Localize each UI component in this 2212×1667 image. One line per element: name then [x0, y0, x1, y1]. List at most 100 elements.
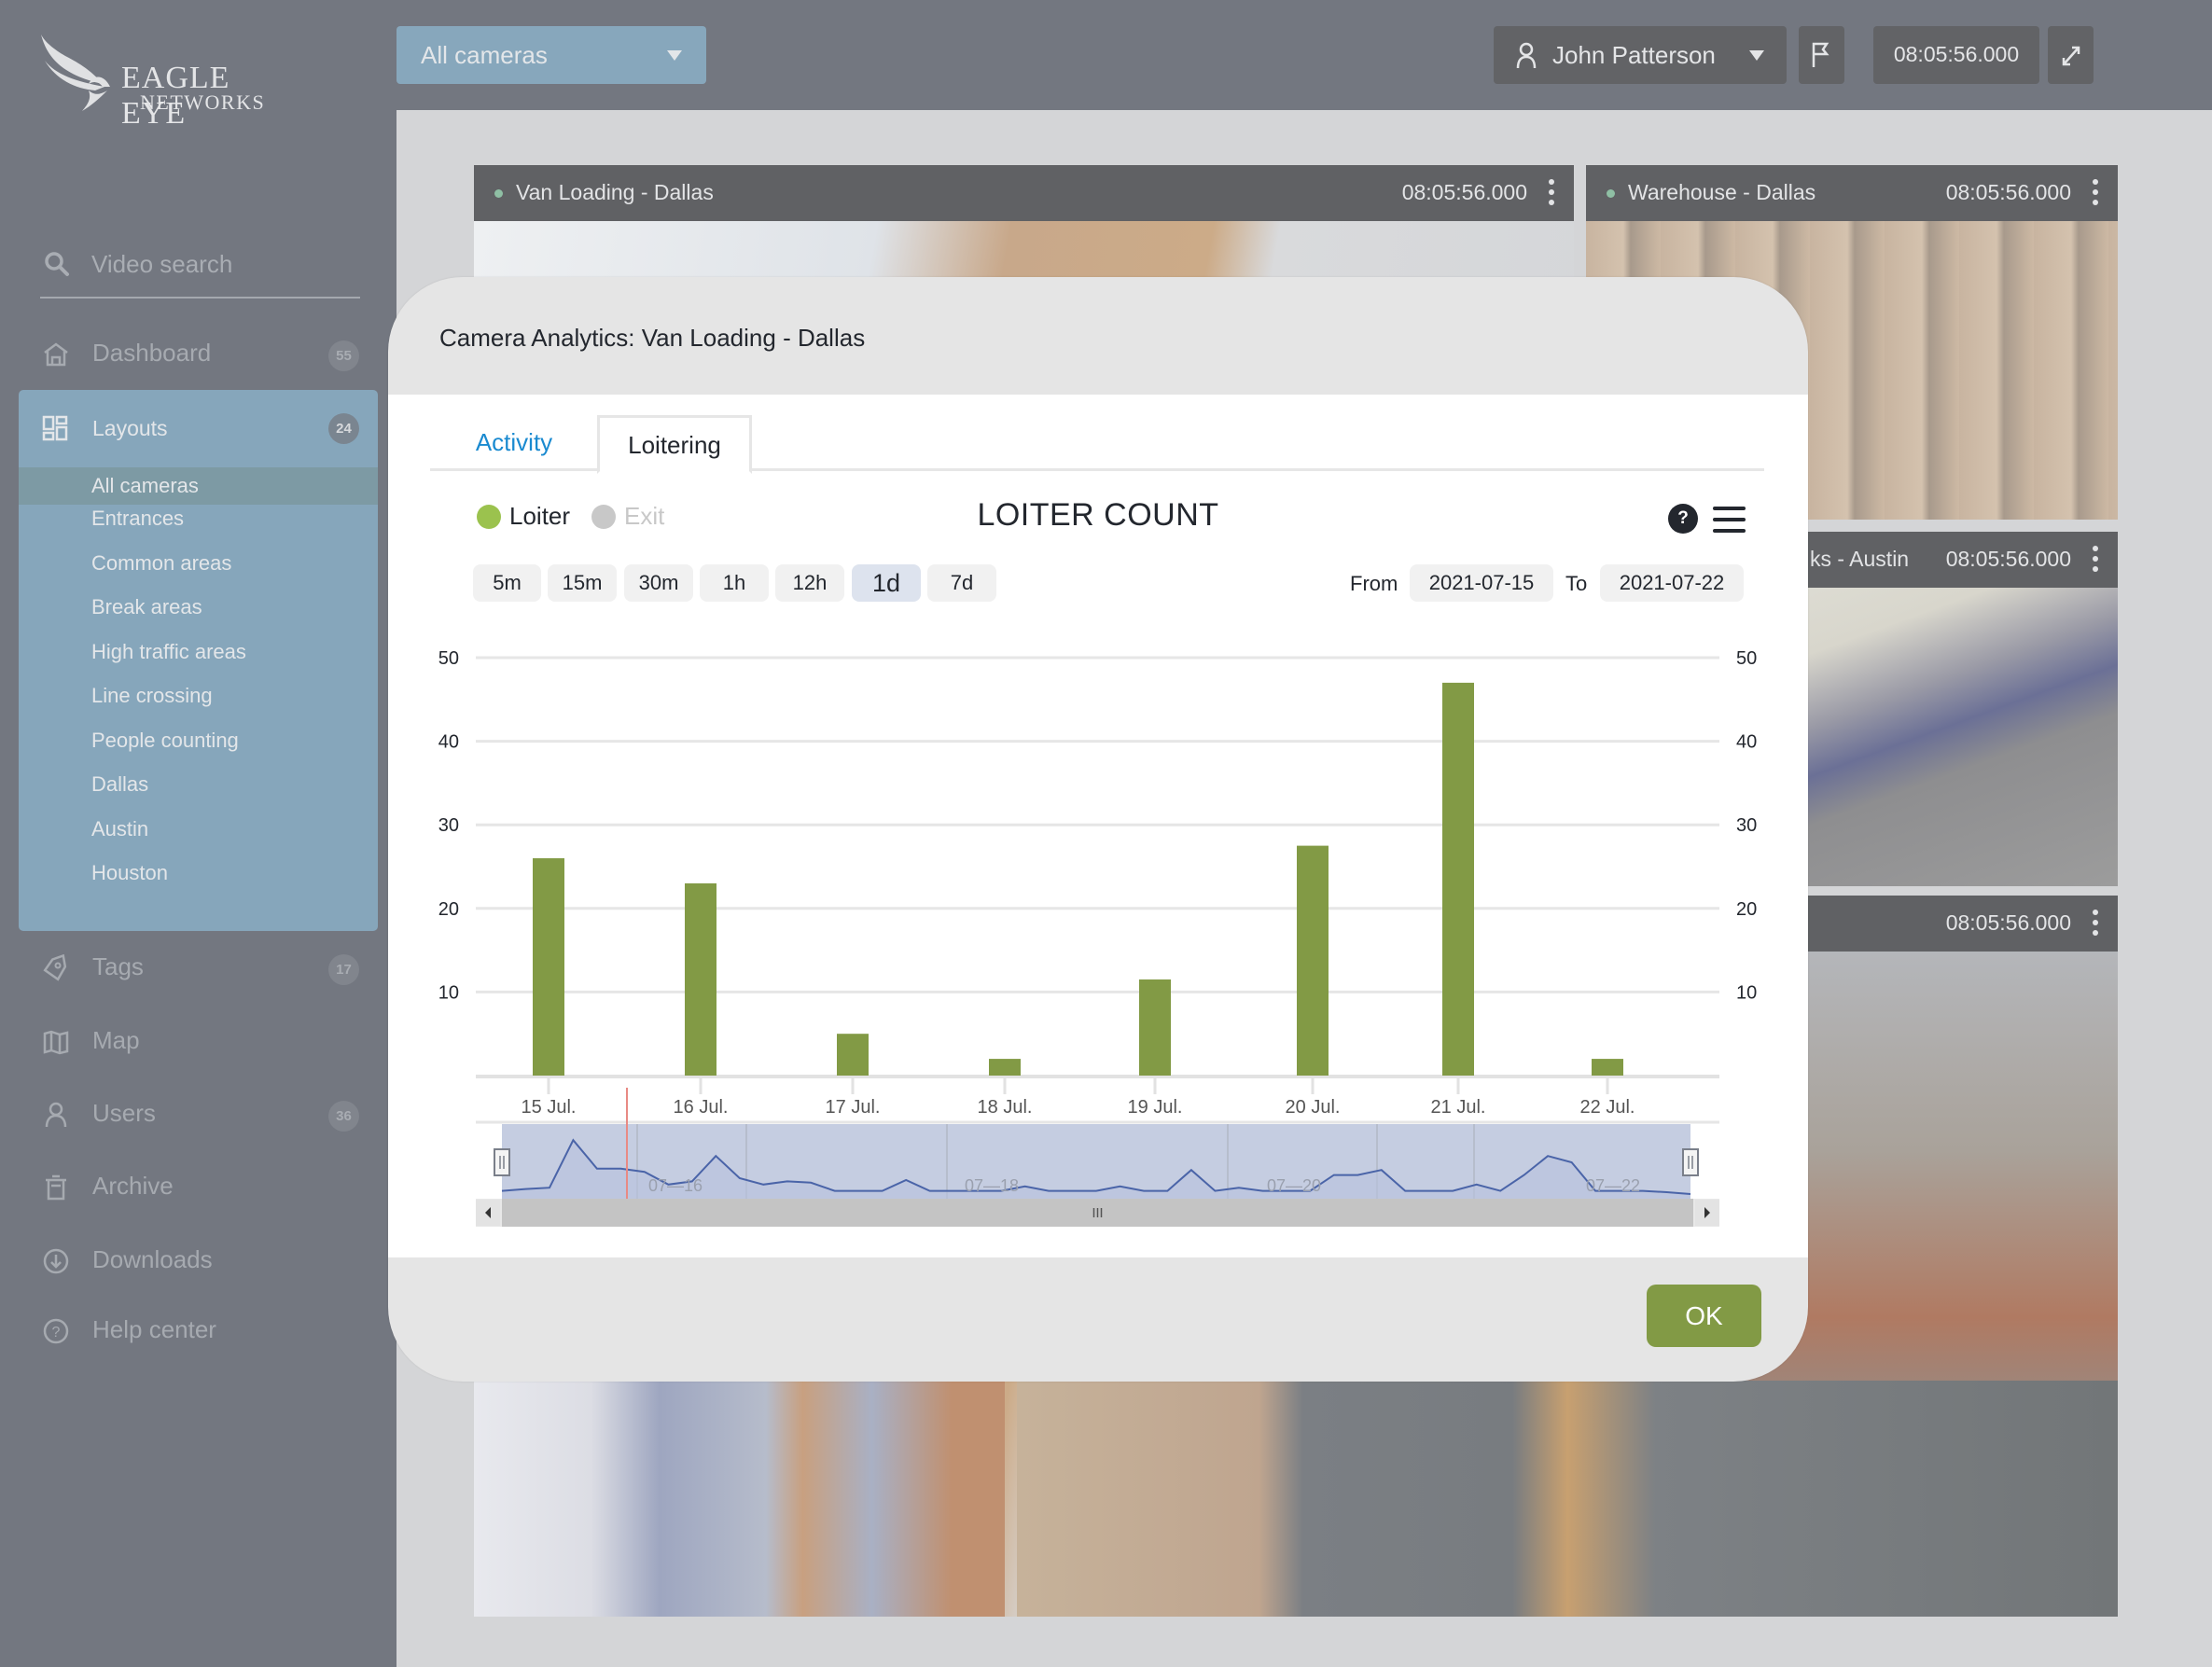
camera-feed-image: [1017, 1381, 2118, 1617]
user-name: John Patterson: [1552, 41, 1716, 69]
x-tick-label: 22 Jul.: [1580, 1097, 1635, 1118]
navigator-handle-left[interactable]: [494, 1148, 510, 1176]
flag-button[interactable]: [1799, 26, 1844, 84]
camera-header: Van Loading - Dallas 08:05:56.000: [474, 165, 1574, 221]
y-tick-label-left: 40: [438, 732, 459, 753]
clock-display[interactable]: 08:05:56.000: [1873, 26, 2039, 84]
navigator-handle-right[interactable]: [1682, 1148, 1699, 1176]
more-vertical-icon[interactable]: [2092, 546, 2099, 574]
layout-item-high-traffic-areas[interactable]: High traffic areas: [19, 633, 378, 671]
y-tick-label-right: 50: [1736, 648, 1757, 669]
x-tick-label: 20 Jul.: [1286, 1097, 1341, 1118]
layout-item-people-counting[interactable]: People counting: [19, 722, 378, 759]
camera-name: Warehouse - Dallas: [1628, 180, 1816, 204]
sidebar-item-label: Users: [92, 1099, 156, 1127]
navigator-date-label: 07—16: [648, 1176, 703, 1195]
sidebar-item-archive[interactable]: Archive: [19, 1155, 378, 1220]
camera-feed-image: [474, 1381, 1005, 1617]
y-tick-label-right: 20: [1736, 899, 1757, 920]
user-icon: [45, 1102, 67, 1128]
loiter-count-chart: 10 10 20 20 30 30 40 40 50 50 15 Jul. 16 Jul. 17 Jul…: [438, 648, 1757, 1227]
camera-analytics-dialog: Camera Analytics: Van Loading - Dallas A…: [388, 277, 1808, 1382]
layout-item-line-crossing[interactable]: Line crossing: [19, 677, 378, 715]
eagle-wing-icon: [41, 35, 110, 111]
camera-time: 08:05:56.000: [1945, 547, 2071, 571]
sidebar-item-label: Downloads: [92, 1245, 213, 1273]
sidebar-layouts-group: Layouts 24 All cameras Entrances Common …: [19, 390, 378, 931]
brand-line2: NETWORKS: [140, 90, 266, 114]
sidebar-item-map[interactable]: Map: [19, 1009, 378, 1075]
count-badge: 36: [328, 1101, 359, 1132]
layout-select[interactable]: All cameras: [396, 26, 706, 84]
x-tick-label: 21 Jul.: [1431, 1097, 1486, 1118]
bar-22jul: [1592, 1059, 1623, 1076]
user-icon: [1516, 42, 1537, 69]
layout-item-common-areas[interactable]: Common areas: [19, 545, 378, 582]
x-tick-label: 19 Jul.: [1128, 1097, 1183, 1118]
dialog-body: Activity Loitering Loiter Exit LOITER CO…: [388, 395, 1808, 1257]
more-vertical-icon[interactable]: [1548, 179, 1555, 207]
camera-time: 08:05:56.000: [1945, 180, 2071, 204]
navigator-date-label: 07—18: [965, 1176, 1019, 1195]
more-vertical-icon[interactable]: [2092, 179, 2099, 207]
navigator-date-label: 07—22: [1586, 1176, 1640, 1195]
layout-item-austin[interactable]: Austin: [19, 811, 378, 848]
bar-15jul: [533, 858, 564, 1076]
video-search[interactable]: [40, 238, 360, 299]
sidebar-item-tags[interactable]: Tags 17: [19, 936, 378, 1001]
camera-header: Warehouse - Dallas 08:05:56.000: [1586, 165, 2118, 221]
home-icon: [44, 342, 68, 367]
layout-item-all-cameras[interactable]: All cameras: [19, 467, 378, 505]
y-tick-label-left: 20: [438, 899, 459, 920]
bar-21jul: [1442, 682, 1474, 1076]
sidebar-item-layouts[interactable]: Layouts 24: [19, 390, 378, 465]
y-tick-label-right: 40: [1736, 732, 1757, 753]
download-icon: [43, 1248, 69, 1274]
sidebar-item-downloads[interactable]: Downloads: [19, 1229, 378, 1294]
map-icon: [43, 1030, 69, 1055]
bar-20jul: [1297, 845, 1329, 1076]
camera-name: ks - Austin: [1810, 547, 1910, 571]
x-tick-label: 15 Jul.: [522, 1097, 577, 1118]
eagle-eye-logo[interactable]: EAGLE EYE NETWORKS: [37, 33, 299, 131]
layout-item-break-areas[interactable]: Break areas: [19, 589, 378, 626]
more-vertical-icon[interactable]: [2092, 910, 2099, 938]
camera-name: Van Loading - Dallas: [516, 180, 714, 204]
y-tick-label-right: 30: [1736, 815, 1757, 836]
layout-item-entrances[interactable]: Entrances: [19, 500, 378, 537]
video-search-input[interactable]: [91, 245, 343, 283]
sidebar-item-label: Help center: [92, 1315, 216, 1343]
x-tick-label: 16 Jul.: [674, 1097, 729, 1118]
user-menu-button[interactable]: John Patterson: [1494, 26, 1787, 84]
fullscreen-button[interactable]: [2048, 26, 2094, 84]
chevron-down-icon: [667, 50, 682, 61]
camera-time: 08:05:56.000: [1401, 180, 1527, 204]
flag-icon: [1812, 42, 1829, 67]
x-tick-label: 17 Jul.: [826, 1097, 881, 1118]
sidebar-item-dashboard[interactable]: Dashboard 55: [19, 322, 378, 387]
camera-time: 08:05:56.000: [1945, 910, 2071, 935]
y-tick-label-left: 10: [438, 982, 459, 1003]
status-dot-icon: [1607, 189, 1615, 198]
y-tick-label-left: 30: [438, 815, 459, 836]
bar-16jul: [685, 882, 716, 1076]
dialog-title: Camera Analytics: Van Loading - Dallas: [439, 324, 866, 352]
ok-button[interactable]: OK: [1647, 1285, 1761, 1347]
navigator-date-label: 07—20: [1267, 1176, 1321, 1195]
count-badge: 55: [328, 340, 359, 371]
clock-time: 08:05:56.000: [1893, 42, 2020, 66]
bar-18jul: [989, 1059, 1021, 1076]
sidebar-item-help-center[interactable]: ? Help center: [19, 1299, 378, 1364]
archive-icon: [46, 1174, 66, 1201]
sidebar: EAGLE EYE NETWORKS Dashboard 55 Layouts …: [0, 0, 396, 1667]
y-tick-label-left: 50: [438, 648, 459, 669]
svg-text:?: ?: [52, 1325, 61, 1341]
sidebar-item-label: Map: [92, 1026, 140, 1054]
sidebar-item-label: Dashboard: [92, 339, 212, 367]
layout-item-houston[interactable]: Houston: [19, 854, 378, 892]
layouts-icon: [42, 415, 68, 441]
count-badge: 24: [328, 413, 359, 444]
layout-item-dallas[interactable]: Dallas: [19, 766, 378, 803]
sidebar-item-users[interactable]: Users 36: [19, 1082, 378, 1147]
count-badge: 17: [328, 954, 359, 985]
